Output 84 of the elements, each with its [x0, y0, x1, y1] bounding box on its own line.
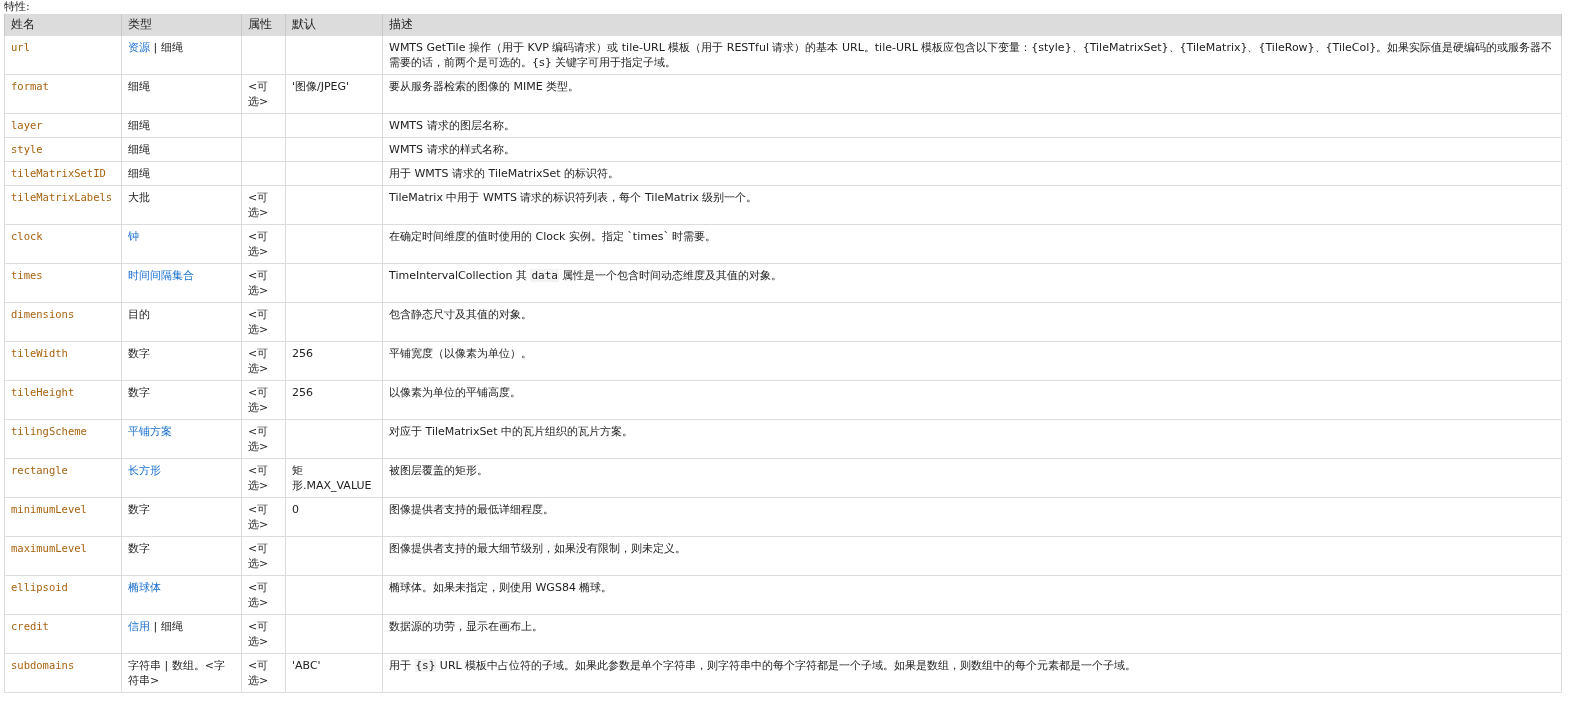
attribute-text: <可选> [248, 308, 269, 336]
type-text: | [152, 41, 159, 54]
attribute-text: <可选> [248, 620, 269, 648]
type-text: 数字 [128, 386, 150, 399]
description-text: TileMatrix 中用于 WMTS 请求的标识符列表，每个 TileMatrix 级别一个。 [389, 190, 759, 205]
attribute-text: <可选> [248, 386, 269, 414]
parameter-name: tileWidth [11, 347, 68, 359]
parameter-name: ellipsoid [11, 581, 68, 593]
type-link[interactable]: 钟 [128, 230, 139, 243]
description-text: 用于 WMTS 请求的 TileMatrixSet 的标识符。 [389, 166, 620, 181]
parameter-name: tilingScheme [11, 425, 87, 437]
type-link[interactable]: 信用 [128, 620, 150, 633]
type-text: 数字 [128, 503, 150, 516]
description-text: WMTS 请求的样式名称。 [389, 142, 516, 157]
description-text: 图像提供者支持的最大细节级别，如果没有限制，则未定义。 [389, 541, 687, 556]
attribute-text: <可选> [248, 581, 269, 609]
type-text: 细绳 [160, 41, 183, 54]
parameter-name: rectangle [11, 464, 68, 476]
type-text: 细绳 [128, 143, 150, 156]
type-link[interactable]: 时间间隔集合 [128, 269, 194, 282]
column-header: 默认 [285, 14, 383, 36]
column-header: 描述 [382, 14, 1562, 36]
attribute-text: <可选> [248, 269, 269, 297]
default-value: 256 [292, 386, 313, 399]
attribute-text: <可选> [248, 542, 269, 570]
parameter-name: times [11, 269, 43, 281]
attribute-text: <可选> [248, 503, 269, 531]
default-value: 0 [292, 503, 299, 516]
parameter-name: url [11, 41, 30, 53]
parameter-name: credit [11, 620, 49, 632]
type-text: 字符串 | 数组。<字符串> [128, 659, 225, 687]
default-value: 'ABC' [292, 659, 321, 672]
description-text: 在确定时间维度的值时使用的 Clock 实例。指定 `times` 时需要。 [389, 229, 718, 244]
type-text: 细绳 [128, 80, 150, 93]
type-text: 细绳 [128, 119, 150, 132]
attribute-text: <可选> [248, 425, 269, 453]
column-header: 类型 [121, 14, 242, 36]
attribute-text: <可选> [248, 191, 269, 219]
parameter-name: clock [11, 230, 43, 242]
parameter-name: layer [11, 119, 43, 131]
description-text: 要从服务器检索的图像的 MIME 类型。 [389, 79, 581, 94]
attribute-text: <可选> [248, 659, 269, 687]
description-text: WMTS 请求的图层名称。 [389, 118, 516, 133]
parameter-name: dimensions [11, 308, 75, 320]
type-text: 大批 [128, 191, 150, 204]
parameter-name: format [11, 80, 49, 92]
description-text: 图像提供者支持的最低详细程度。 [389, 502, 555, 517]
description-text: 椭球体。如果未指定，则使用 WGS84 椭球。 [389, 580, 614, 595]
description-text: 数据源的功劳，显示在画布上。 [389, 619, 544, 634]
parameter-name: tileHeight [11, 386, 75, 398]
description-text: 被图层覆盖的矩形。 [389, 463, 489, 478]
attribute-text: <可选> [248, 80, 269, 108]
parameter-name: subdomains [11, 659, 75, 671]
attribute-text: <可选> [248, 230, 269, 258]
type-text: 数字 [128, 542, 150, 555]
type-text: 细绳 [160, 620, 183, 633]
description-text: WMTS GetTile 操作（用于 KVP 编码请求）或 tile-URL 模板（用于 RESTful 请求）的基本 URL。tile-URL 模板应包含以下变量：{style}、{TileMatrixSet}、{TileMatrix}、{TileRow}、{TileCol}。如果实际值是硬编码的或服务器不需要的话，前两个是可选的。{s} 关键字可用于指定子域。 [389, 40, 1554, 70]
column-header: 姓名 [4, 14, 122, 36]
default-value: 256 [292, 347, 313, 360]
attribute-text: <可选> [248, 464, 269, 492]
type-text: 细绳 [128, 167, 150, 180]
type-link[interactable]: 资源 [128, 41, 150, 54]
description-text: TimeIntervalCollection 其 data 属性是一个包含时间动态维度及其值的对象。 [389, 268, 784, 283]
type-link[interactable]: 平铺方案 [128, 425, 172, 438]
parameter-name: maximumLevel [11, 542, 87, 554]
parameter-name: tileMatrixLabels [11, 191, 113, 203]
default-value: 矩形.MAX_VALUE [292, 464, 372, 492]
type-link[interactable]: 长方形 [128, 464, 161, 477]
column-header: 属性 [241, 14, 286, 36]
default-value: '图像/JPEG' [292, 80, 350, 93]
type-link[interactable]: 椭球体 [128, 581, 161, 594]
parameter-name: style [11, 143, 43, 155]
description-text: 对应于 TileMatrixSet 中的瓦片组织的瓦片方案。 [389, 424, 634, 439]
parameter-name: minimumLevel [11, 503, 87, 515]
type-text: | [152, 620, 159, 633]
attribute-text: <可选> [248, 347, 269, 375]
type-text: 数字 [128, 347, 150, 360]
parameter-name: tileMatrixSetID [11, 167, 106, 179]
type-text: 目的 [128, 308, 150, 321]
description-text: 平铺宽度（以像素为单位）。 [389, 346, 533, 361]
description-text: 以像素为单位的平铺高度。 [389, 385, 522, 400]
description-text: 用于 {s} URL 模板中占位符的子域。如果此参数是单个字符串，则字符串中的每个字符都是一个子域。如果是数组，则数组中的每个元素都是一个子域。 [389, 658, 1138, 673]
description-text: 包含静态尺寸及其值的对象。 [389, 307, 533, 322]
section-heading: 特性: [4, 0, 30, 14]
